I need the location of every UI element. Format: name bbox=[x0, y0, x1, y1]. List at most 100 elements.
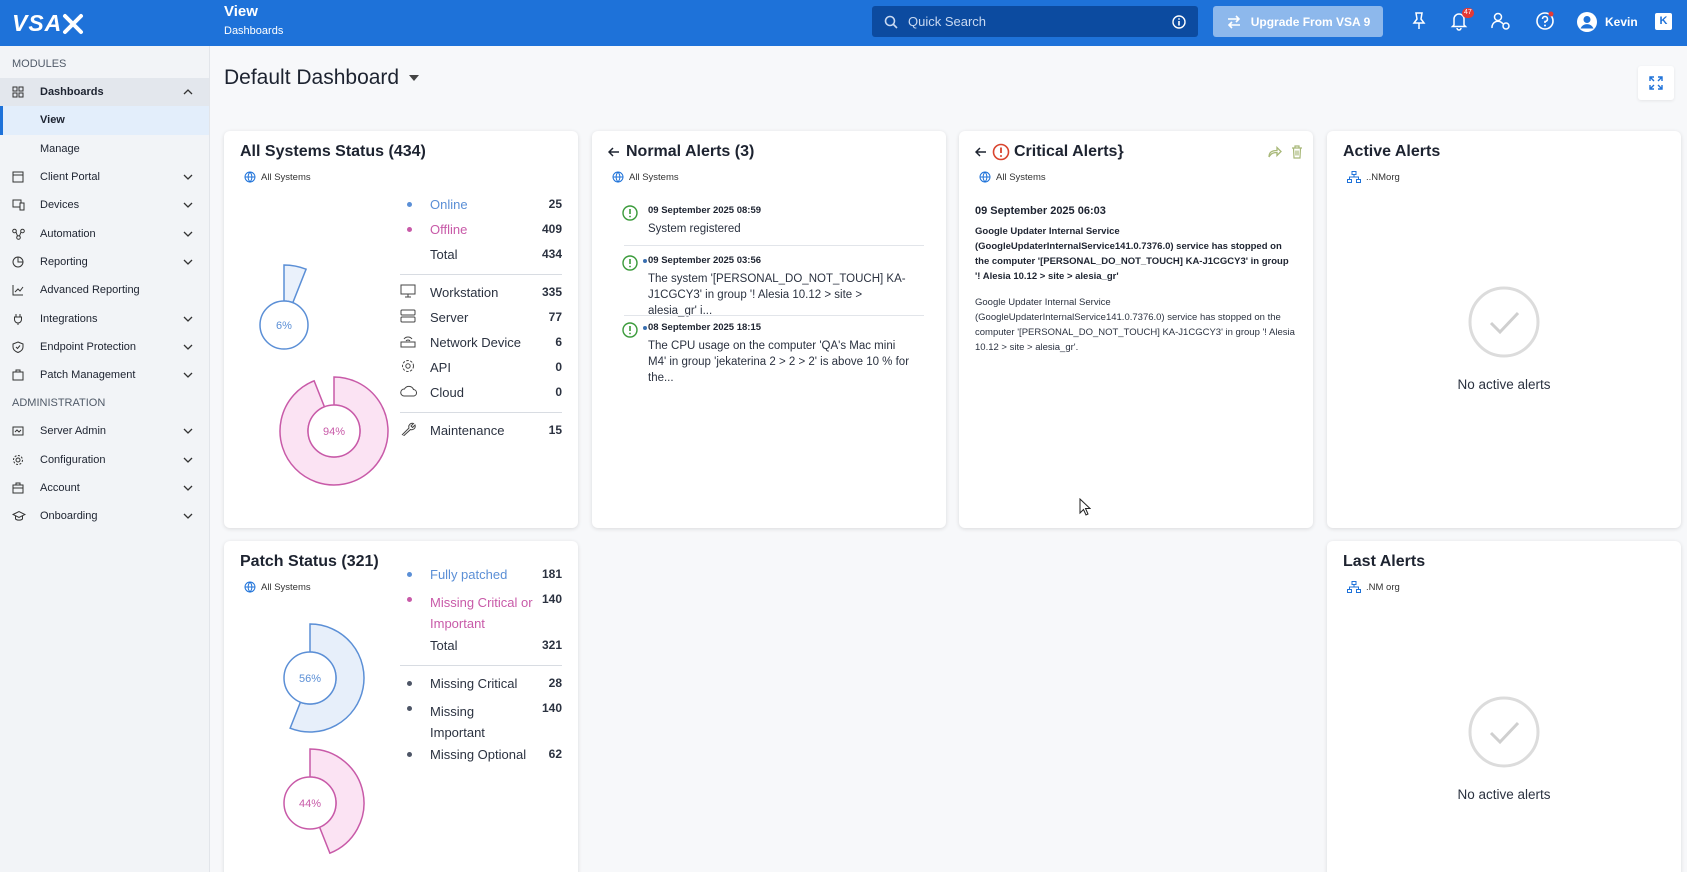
alert-message: The CPU usage on the computer 'QA's Mac … bbox=[648, 340, 910, 384]
scope-selector[interactable]: All Systems bbox=[244, 581, 311, 593]
critical-alert-date: 09 September 2025 06:03 bbox=[975, 205, 1106, 217]
sidebar-item-label: Automation bbox=[40, 227, 96, 240]
type-server[interactable]: Server 77 bbox=[400, 308, 562, 333]
legend-offline[interactable]: Offline 409 bbox=[400, 220, 562, 245]
sidebar-item-label: Client Portal bbox=[40, 171, 100, 184]
info-icon[interactable] bbox=[1172, 14, 1186, 29]
type-api[interactable]: API 0 bbox=[400, 358, 562, 383]
help-icon[interactable] bbox=[1535, 11, 1555, 31]
legend-online[interactable]: Online 25 bbox=[400, 195, 562, 220]
systems-donut-chart[interactable]: 6% 94% bbox=[248, 191, 398, 491]
sidebar: MODULES Dashboards View Manage Client Po… bbox=[0, 46, 210, 872]
sidebar-item-label: Patch Management bbox=[40, 369, 136, 382]
server-admin-icon bbox=[12, 426, 24, 436]
detail-missing-important[interactable]: Missing Important 140 bbox=[400, 699, 562, 745]
offline-donut[interactable]: 94% bbox=[279, 376, 389, 486]
search-icon bbox=[884, 15, 898, 29]
type-network-device[interactable]: Network Device 6 bbox=[400, 333, 562, 358]
alert-item[interactable]: 09 September 2025 08:59 System registere… bbox=[622, 205, 924, 245]
legend-value: 409 bbox=[541, 222, 562, 236]
patch-donut-chart[interactable]: 56% 44% bbox=[248, 601, 398, 872]
legend-total: Total 321 bbox=[400, 636, 562, 661]
detail-missing-optional[interactable]: Missing Optional 62 bbox=[400, 745, 562, 770]
type-cloud[interactable]: Cloud 0 bbox=[400, 383, 562, 408]
scope-label: All Systems bbox=[261, 171, 311, 183]
scope-selector[interactable]: All Systems bbox=[612, 171, 679, 183]
scope-selector[interactable]: All Systems bbox=[979, 171, 1046, 183]
sidebar-item-label: Server Admin bbox=[40, 425, 107, 438]
sidebar-item-label: Advanced Reporting bbox=[40, 284, 140, 297]
legend-label: Missing Important bbox=[430, 704, 485, 740]
sidebar-item-dashboards[interactable]: Dashboards bbox=[0, 78, 209, 107]
sidebar-item-onboarding[interactable]: Onboarding bbox=[0, 502, 209, 530]
sidebar-item-patch-management[interactable]: Patch Management bbox=[0, 361, 209, 389]
tenant-badge[interactable]: K bbox=[1655, 13, 1672, 30]
scope-selector[interactable]: ..NMorg bbox=[1347, 171, 1400, 183]
sidebar-item-account[interactable]: Account bbox=[0, 474, 209, 502]
fullscreen-button[interactable] bbox=[1638, 66, 1674, 100]
chevron-down-icon bbox=[183, 231, 193, 237]
arrow-left-icon[interactable] bbox=[608, 147, 620, 157]
sidebar-sub-manage[interactable]: Manage bbox=[0, 135, 209, 163]
gear-icon bbox=[13, 454, 23, 465]
legend-label: Online bbox=[430, 197, 468, 212]
chevron-up-icon bbox=[183, 89, 193, 95]
unread-dot bbox=[643, 326, 647, 330]
sidebar-item-label: Configuration bbox=[40, 453, 106, 466]
patched-donut[interactable]: 56% bbox=[283, 623, 365, 733]
critical-alerts-card: Critical Alerts} All Systems 09 Septembe… bbox=[959, 131, 1313, 528]
sidebar-item-label: Dashboards bbox=[40, 86, 104, 99]
alert-date: 09 September 2025 08:59 bbox=[648, 205, 762, 216]
sidebar-item-reporting[interactable]: Reporting bbox=[0, 248, 209, 276]
missing-donut[interactable]: 44% bbox=[283, 748, 365, 855]
scope-label: All Systems bbox=[629, 171, 679, 183]
vsa-logo[interactable]: VSA bbox=[12, 10, 84, 37]
sidebar-item-server-admin[interactable]: Server Admin bbox=[0, 417, 209, 445]
users-settings-icon[interactable] bbox=[1490, 11, 1512, 31]
alert-item[interactable]: 08 September 2025 18:15 The CPU usage on… bbox=[622, 322, 924, 384]
legend-label: Fully patched bbox=[430, 567, 508, 582]
user-menu[interactable]: Kevin bbox=[1576, 11, 1638, 33]
sidebar-item-label: Integrations bbox=[40, 312, 98, 325]
forward-icon[interactable] bbox=[1268, 146, 1282, 158]
globe-icon bbox=[979, 171, 991, 183]
sidebar-item-client-portal[interactable]: Client Portal bbox=[0, 163, 209, 191]
legend-fully-patched[interactable]: Fully patched 181 bbox=[400, 565, 562, 590]
type-value: 15 bbox=[548, 423, 562, 437]
card-title: Patch Status (321) bbox=[240, 553, 379, 570]
quick-search-input[interactable]: Quick Search bbox=[872, 6, 1198, 37]
type-maintenance[interactable]: Maintenance 15 bbox=[400, 421, 562, 446]
sidebar-sub-view[interactable]: View bbox=[0, 106, 209, 135]
sidebar-item-devices[interactable]: Devices bbox=[0, 191, 209, 219]
pie-icon bbox=[12, 256, 24, 268]
upgrade-button[interactable]: Upgrade From VSA 9 bbox=[1213, 6, 1383, 37]
scope-selector[interactable]: All Systems bbox=[244, 171, 311, 183]
detail-missing-critical[interactable]: Missing Critical 28 bbox=[400, 674, 562, 699]
sidebar-item-configuration[interactable]: Configuration bbox=[0, 446, 209, 474]
trash-icon[interactable] bbox=[1291, 145, 1303, 159]
sidebar-item-advanced-reporting[interactable]: Advanced Reporting bbox=[0, 276, 209, 304]
chevron-down-icon bbox=[183, 259, 193, 265]
sidebar-item-endpoint-protection[interactable]: Endpoint Protection bbox=[0, 333, 209, 361]
chevron-down-icon bbox=[183, 513, 193, 520]
alert-item[interactable]: 09 September 2025 03:56 The system '[PER… bbox=[622, 255, 924, 317]
alert-date: 09 September 2025 03:56 bbox=[648, 255, 762, 266]
online-donut[interactable]: 6% bbox=[259, 264, 309, 350]
check-circle-icon bbox=[1468, 286, 1540, 358]
type-workstation[interactable]: Workstation 335 bbox=[400, 283, 562, 308]
chevron-down-icon bbox=[183, 174, 193, 180]
legend-value: 28 bbox=[548, 676, 562, 690]
sidebar-item-integrations[interactable]: Integrations bbox=[0, 304, 209, 332]
legend-value: 62 bbox=[548, 747, 562, 761]
sidebar-item-automation[interactable]: Automation bbox=[0, 219, 209, 247]
dashboard-selector[interactable]: Default Dashboard bbox=[224, 66, 420, 90]
arrow-left-icon[interactable] bbox=[975, 147, 987, 157]
legend-missing-critical-important[interactable]: Missing Critical or Important 140 bbox=[400, 590, 562, 636]
chevron-down-icon bbox=[183, 202, 193, 209]
scope-selector[interactable]: .NM org bbox=[1347, 581, 1400, 593]
card-title: Active Alerts bbox=[1343, 143, 1441, 160]
header-title: View bbox=[224, 3, 258, 20]
pin-icon[interactable] bbox=[1410, 11, 1428, 31]
type-label: Cloud bbox=[430, 385, 464, 400]
administration-heading: ADMINISTRATION bbox=[12, 397, 106, 410]
